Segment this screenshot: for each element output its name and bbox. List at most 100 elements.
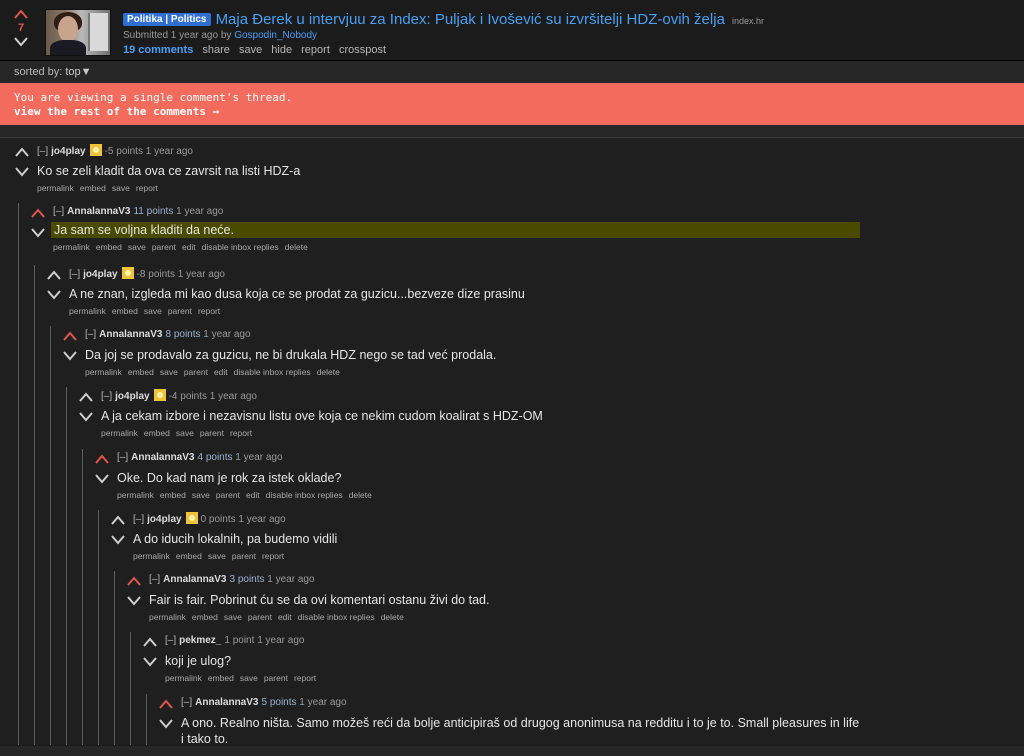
comment-author[interactable]: AnnalannaV3 [99, 329, 162, 340]
comment-action-embed[interactable]: embed [112, 306, 138, 316]
comment-action-report[interactable]: report [198, 306, 220, 316]
comment-action-delete[interactable]: delete [317, 367, 340, 377]
upvote-arrow-icon[interactable] [14, 146, 30, 158]
hide-link[interactable]: hide [271, 44, 292, 56]
comment-action-report[interactable]: report [136, 183, 158, 193]
comment-action-save[interactable]: save [160, 367, 178, 377]
downvote-arrow-icon[interactable] [142, 656, 158, 668]
comment-action-parent[interactable]: parent [264, 673, 288, 683]
comment-action-parent[interactable]: parent [232, 551, 256, 561]
upvote-arrow-icon[interactable] [46, 269, 62, 281]
comment-action-permalink[interactable]: permalink [69, 306, 106, 316]
downvote-arrow-icon[interactable] [94, 473, 110, 485]
comment-action-save[interactable]: save [224, 612, 242, 622]
comment-action-disable-inbox-replies[interactable]: disable inbox replies [298, 612, 375, 622]
comment-author[interactable]: AnnalannaV3 [195, 697, 258, 708]
comment-action-permalink[interactable]: permalink [37, 183, 74, 193]
comment-action-embed[interactable]: embed [192, 612, 218, 622]
comment-action-parent[interactable]: parent [168, 306, 192, 316]
crosspost-link[interactable]: crosspost [339, 44, 386, 56]
comment-action-report[interactable]: report [262, 551, 284, 561]
comment-action-disable-inbox-replies[interactable]: disable inbox replies [266, 490, 343, 500]
comment-action-parent[interactable]: parent [152, 242, 176, 252]
collapse-toggle[interactable]: [–] [53, 206, 64, 217]
thread-depth-line[interactable] [34, 265, 35, 745]
collapse-toggle[interactable]: [–] [165, 635, 176, 646]
downvote-arrow-icon[interactable] [30, 227, 46, 239]
comment-action-embed[interactable]: embed [128, 367, 154, 377]
comment-action-permalink[interactable]: permalink [133, 551, 170, 561]
comment-action-parent[interactable]: parent [184, 367, 208, 377]
comment-action-permalink[interactable]: permalink [85, 367, 122, 377]
comment-action-delete[interactable]: delete [285, 242, 308, 252]
comment-action-edit[interactable]: edit [246, 490, 260, 500]
comment-action-embed[interactable]: embed [96, 242, 122, 252]
thread-depth-line[interactable] [130, 632, 131, 745]
upvote-arrow-icon[interactable] [158, 698, 174, 710]
view-rest-link[interactable]: view the rest of the comments → [14, 105, 219, 118]
comment-action-delete[interactable]: delete [349, 490, 372, 500]
thread-depth-line[interactable] [82, 449, 83, 745]
downvote-arrow-icon[interactable] [46, 289, 62, 301]
thread-depth-line[interactable] [18, 203, 19, 745]
comment-author[interactable]: AnnalannaV3 [163, 574, 226, 585]
comment-action-embed[interactable]: embed [160, 490, 186, 500]
comment-author[interactable]: pekmez_ [179, 635, 221, 646]
comment-action-embed[interactable]: embed [144, 428, 170, 438]
comment-action-save[interactable]: save [240, 673, 258, 683]
report-link[interactable]: report [301, 44, 330, 56]
thread-depth-line[interactable] [66, 387, 67, 745]
comment-action-disable-inbox-replies[interactable]: disable inbox replies [234, 367, 311, 377]
upvote-arrow-icon[interactable] [30, 207, 46, 219]
thread-depth-line[interactable] [146, 694, 147, 745]
upvote-arrow-icon[interactable] [126, 575, 142, 587]
collapse-toggle[interactable]: [–] [133, 514, 144, 525]
comment-action-save[interactable]: save [208, 551, 226, 561]
thread-depth-line[interactable] [50, 326, 51, 745]
comment-action-save[interactable]: save [112, 183, 130, 193]
post-author[interactable]: Gospodin_Nobody [234, 30, 317, 41]
thread-depth-line[interactable] [98, 510, 99, 745]
collapse-toggle[interactable]: [–] [37, 146, 48, 157]
comment-action-report[interactable]: report [230, 428, 252, 438]
collapse-toggle[interactable]: [–] [117, 452, 128, 463]
comment-action-parent[interactable]: parent [200, 428, 224, 438]
comment-action-edit[interactable]: edit [278, 612, 292, 622]
upvote-arrow-icon[interactable] [142, 636, 158, 648]
comment-author[interactable]: jo4play [51, 146, 85, 157]
downvote-arrow-icon[interactable] [78, 411, 94, 423]
thread-depth-line[interactable] [114, 571, 115, 745]
comment-action-edit[interactable]: edit [182, 242, 196, 252]
downvote-arrow-icon[interactable] [14, 166, 30, 178]
comment-action-permalink[interactable]: permalink [149, 612, 186, 622]
downvote-arrow-icon[interactable] [110, 534, 126, 546]
collapse-toggle[interactable]: [–] [149, 574, 160, 585]
collapse-toggle[interactable]: [–] [69, 269, 80, 280]
post-thumbnail[interactable] [45, 9, 111, 56]
sort-dropdown[interactable]: top▼ [65, 66, 91, 78]
comment-action-embed[interactable]: embed [208, 673, 234, 683]
comment-action-report[interactable]: report [294, 673, 316, 683]
comment-action-parent[interactable]: parent [248, 612, 272, 622]
downvote-arrow-icon[interactable] [13, 36, 29, 48]
upvote-arrow-icon[interactable] [78, 391, 94, 403]
comment-action-embed[interactable]: embed [176, 551, 202, 561]
downvote-arrow-icon[interactable] [126, 595, 142, 607]
upvote-arrow-icon[interactable] [62, 330, 78, 342]
upvote-arrow-icon[interactable] [13, 8, 29, 20]
comment-author[interactable]: AnnalannaV3 [67, 206, 130, 217]
comment-action-delete[interactable]: delete [381, 612, 404, 622]
downvote-arrow-icon[interactable] [158, 718, 174, 730]
collapse-toggle[interactable]: [–] [181, 697, 192, 708]
comment-author[interactable]: jo4play [147, 514, 181, 525]
comment-action-disable-inbox-replies[interactable]: disable inbox replies [202, 242, 279, 252]
comment-action-save[interactable]: save [192, 490, 210, 500]
comment-action-edit[interactable]: edit [214, 367, 228, 377]
collapse-toggle[interactable]: [–] [101, 391, 112, 402]
comment-action-permalink[interactable]: permalink [53, 242, 90, 252]
comment-action-permalink[interactable]: permalink [101, 428, 138, 438]
comment-action-parent[interactable]: parent [216, 490, 240, 500]
downvote-arrow-icon[interactable] [62, 350, 78, 362]
comments-link[interactable]: 19 comments [123, 44, 193, 56]
collapse-toggle[interactable]: [–] [85, 329, 96, 340]
